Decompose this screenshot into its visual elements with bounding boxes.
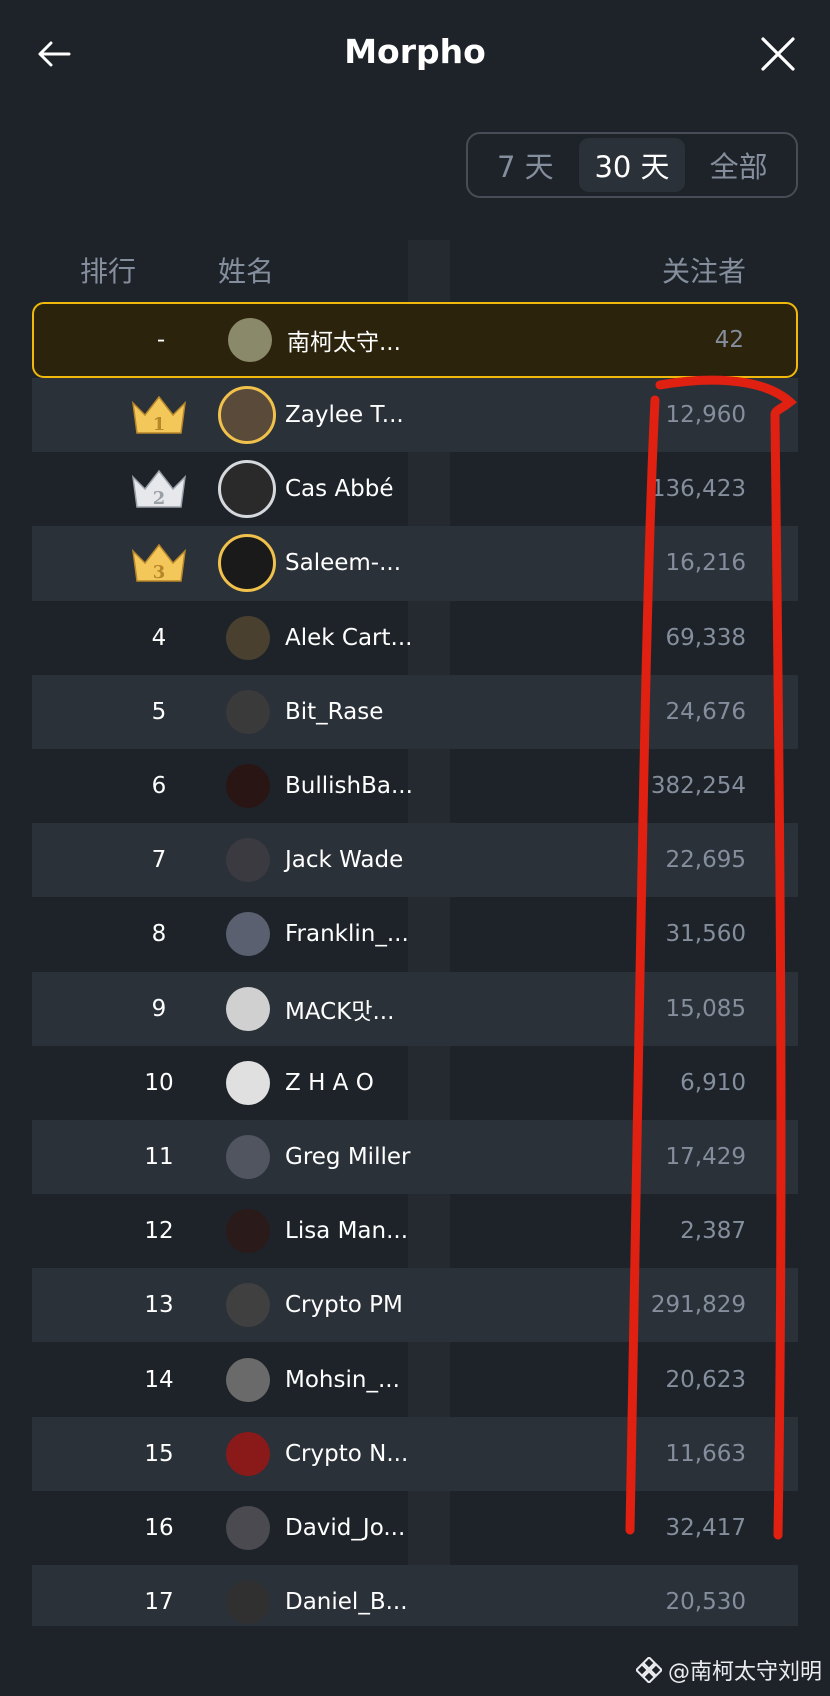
- watermark-text: @南柯太守刘明: [667, 1660, 822, 1685]
- watermark: @南柯太守刘明: [635, 1654, 822, 1686]
- binance-logo-icon: [635, 1657, 662, 1683]
- red-annotation-marker: [625, 375, 797, 1540]
- list-bottom-edge: [32, 1626, 798, 1640]
